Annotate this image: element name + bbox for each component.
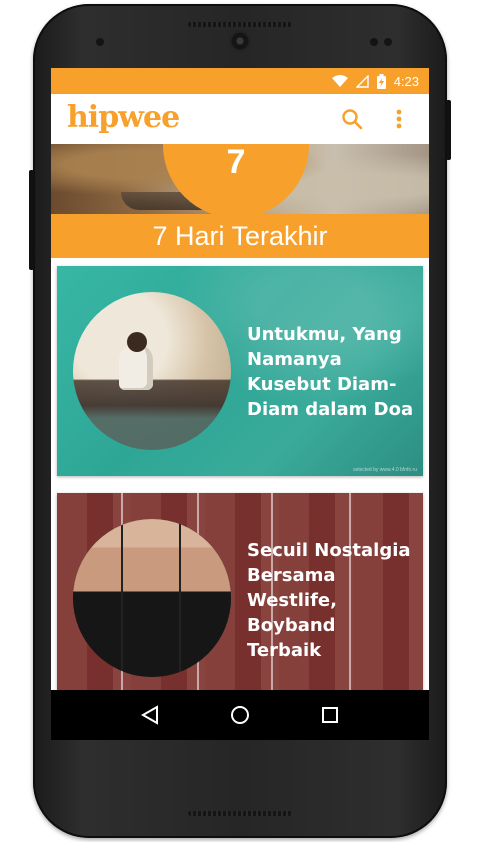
volume-button <box>446 100 451 160</box>
bottom-speaker <box>188 811 292 816</box>
back-icon[interactable] <box>135 700 165 730</box>
thumbnail-strip <box>123 519 179 677</box>
app-bar: hipwee <box>51 94 429 144</box>
notification-led <box>384 38 392 46</box>
article-card[interactable]: Secuil Nostalgia Bersama Westlife, Boyba… <box>57 493 423 703</box>
app-logo[interactable]: hipwee <box>67 100 180 135</box>
thumbnail-strip <box>181 519 231 677</box>
light-sensor <box>370 38 378 46</box>
thumbnail-head <box>127 332 147 352</box>
screen: 4:23 hipwee 7 7 Hari Terakhir Untukmu, Y… <box>51 68 429 740</box>
article-thumbnail <box>73 292 231 450</box>
status-time: 4:23 <box>393 73 419 89</box>
section-title: 7 Hari Terakhir <box>152 220 328 251</box>
status-bar: 4:23 <box>51 68 429 94</box>
hero-banner-image[interactable]: 7 <box>51 144 429 214</box>
article-thumbnail <box>73 519 231 677</box>
section-header: 7 Hari Terakhir <box>51 214 429 258</box>
overflow-menu-icon[interactable] <box>387 106 411 132</box>
image-credit: selected by www.4.0 bfnfo.ru <box>353 467 417 473</box>
hero-badge-number: 7 <box>226 144 246 181</box>
wifi-icon <box>331 74 348 88</box>
proximity-sensor <box>96 38 104 46</box>
article-title: Untukmu, Yang Namanya Kusebut Diam- Diam… <box>247 324 414 420</box>
front-camera <box>229 30 251 52</box>
navigation-bar <box>51 690 429 740</box>
power-button <box>29 170 34 270</box>
earpiece-speaker <box>188 22 292 27</box>
signal-icon <box>355 74 369 88</box>
recents-icon[interactable] <box>315 700 345 730</box>
home-icon[interactable] <box>225 700 255 730</box>
article-card[interactable]: Untukmu, Yang Namanya Kusebut Diam- Diam… <box>57 266 423 476</box>
article-title: Secuil Nostalgia Bersama Westlife, Boyba… <box>247 540 411 661</box>
battery-charging-icon <box>376 73 386 89</box>
thumbnail-strip <box>73 519 121 677</box>
search-icon[interactable] <box>339 106 365 132</box>
